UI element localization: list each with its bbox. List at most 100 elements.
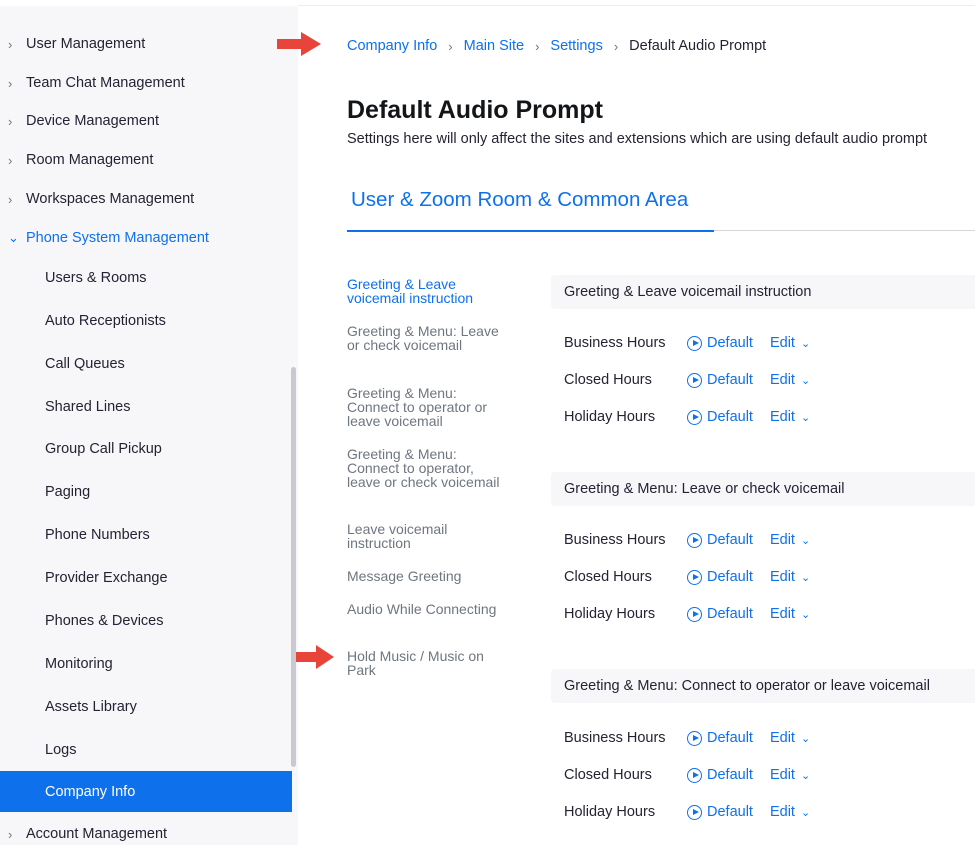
prompt-row: Closed Hours Default Edit ⌄	[564, 368, 810, 392]
edit-dropdown[interactable]: Edit ⌄	[770, 804, 810, 820]
edit-dropdown[interactable]: Edit ⌄	[770, 372, 810, 388]
sidebar-scrollbar[interactable]	[291, 367, 296, 767]
play-circle-icon	[687, 532, 702, 548]
play-default-button[interactable]: Default	[687, 767, 753, 783]
chevron-down-icon: ⌄	[800, 534, 811, 547]
chevron-down-icon: ⌄	[800, 732, 811, 745]
chevron-right-icon: ›	[8, 826, 13, 842]
sidebar: › User Management › Team Chat Management…	[0, 0, 298, 845]
play-circle-icon	[687, 569, 702, 585]
prompt-row-label: Holiday Hours	[564, 606, 656, 622]
sidebar-subitem-call-queues[interactable]: Call Queues	[0, 346, 292, 382]
play-circle-icon	[687, 409, 702, 425]
breadcrumb-main-site[interactable]: Main Site	[464, 38, 524, 54]
sidebar-subitem-auto-receptionists[interactable]: Auto Receptionists	[0, 303, 292, 339]
page-description: Settings here will only affect the sites…	[347, 131, 928, 147]
sidebar-item-room-management[interactable]: › Room Management	[0, 145, 290, 175]
breadcrumb-current: Default Audio Prompt	[629, 38, 767, 54]
prompt-row: Closed Hours Default Edit ⌄	[564, 565, 810, 589]
edit-label: Edit	[769, 409, 795, 425]
edit-dropdown[interactable]: Edit ⌄	[770, 532, 810, 548]
sidebar-item-user-management[interactable]: › User Management	[0, 29, 290, 59]
sidebar-item-label: Workspaces Management	[26, 191, 195, 207]
sidebar-top-border	[0, 0, 298, 6]
play-default-button[interactable]: Default	[687, 409, 753, 425]
sidebar-subitem-phones-devices[interactable]: Phones & Devices	[0, 603, 292, 639]
edit-dropdown[interactable]: Edit ⌄	[770, 730, 810, 746]
sidebar-subitem-shared-lines[interactable]: Shared Lines	[0, 389, 292, 425]
section-link-greeting-leave-voicemail[interactable]: Greeting & Leave voicemail instruction	[347, 277, 507, 305]
prompt-row-label: Business Hours	[564, 532, 666, 548]
header-border	[298, 0, 975, 6]
edit-dropdown[interactable]: Edit ⌄	[770, 606, 810, 622]
prompt-row-label: Holiday Hours	[564, 409, 656, 425]
default-label: Default	[707, 730, 753, 746]
edit-dropdown[interactable]: Edit ⌄	[770, 409, 810, 425]
sidebar-item-label: Room Management	[26, 152, 154, 168]
sidebar-item-label: Phone System Management	[26, 230, 209, 246]
play-default-button[interactable]: Default	[687, 372, 753, 388]
prompt-row: Business Hours Default Edit ⌄	[564, 726, 810, 750]
sidebar-subitem-company-info[interactable]: Company Info	[0, 771, 292, 812]
chevron-right-icon: ›	[613, 38, 619, 54]
section-link-leave-voicemail-instruction[interactable]: Leave voicemail instruction	[347, 522, 507, 550]
section-link-hold-music[interactable]: Hold Music / Music on Park	[347, 649, 507, 677]
sidebar-subitem-assets-library[interactable]: Assets Library	[0, 689, 292, 725]
edit-dropdown[interactable]: Edit ⌄	[770, 767, 810, 783]
play-default-button[interactable]: Default	[687, 335, 753, 351]
chevron-down-icon: ⌄	[800, 806, 811, 819]
play-default-button[interactable]: Default	[687, 804, 753, 820]
sidebar-item-label: Team Chat Management	[26, 75, 185, 91]
play-default-button[interactable]: Default	[687, 730, 753, 746]
section-link-message-greeting[interactable]: Message Greeting	[347, 569, 507, 583]
sidebar-item-device-management[interactable]: › Device Management	[0, 106, 290, 136]
sidebar-subitem-group-call-pickup[interactable]: Group Call Pickup	[0, 431, 292, 467]
default-label: Default	[707, 606, 753, 622]
play-circle-icon	[687, 606, 702, 622]
chevron-right-icon: ›	[8, 75, 13, 91]
sidebar-subitem-paging[interactable]: Paging	[0, 474, 292, 510]
edit-dropdown[interactable]: Edit ⌄	[770, 569, 810, 585]
prompt-row: Business Hours Default Edit ⌄	[564, 331, 810, 355]
edit-dropdown[interactable]: Edit ⌄	[770, 335, 810, 351]
tab-divider	[714, 230, 975, 231]
play-circle-icon	[687, 335, 702, 351]
sidebar-item-phone-system-management[interactable]: ⌄ Phone System Management	[0, 223, 290, 253]
prompt-row: Holiday Hours Default Edit ⌄	[564, 602, 810, 626]
prompt-row: Business Hours Default Edit ⌄	[564, 528, 810, 552]
sidebar-subitem-logs[interactable]: Logs	[0, 732, 292, 768]
default-label: Default	[707, 532, 753, 548]
breadcrumb-settings[interactable]: Settings	[550, 38, 602, 54]
default-label: Default	[707, 409, 753, 425]
sidebar-subitem-provider-exchange[interactable]: Provider Exchange	[0, 560, 292, 596]
edit-label: Edit	[769, 372, 795, 388]
prompt-row-label: Closed Hours	[564, 569, 652, 585]
play-circle-icon	[687, 730, 702, 746]
tab-user-zoom-room-common-area[interactable]: User & Zoom Room & Common Area	[347, 188, 714, 232]
edit-label: Edit	[769, 335, 795, 351]
prompt-row: Holiday Hours Default Edit ⌄	[564, 800, 810, 824]
section-link-audio-while-connecting[interactable]: Audio While Connecting	[347, 602, 507, 616]
chevron-down-icon: ⌄	[800, 769, 811, 782]
sidebar-item-account-management[interactable]: › Account Management	[0, 819, 290, 845]
play-circle-icon	[687, 804, 702, 820]
section-link-menu-leave-check[interactable]: Greeting & Menu: Leave or check voicemai…	[347, 324, 507, 352]
section-link-menu-operator-leave[interactable]: Greeting & Menu: Connect to operator or …	[347, 386, 507, 428]
edit-label: Edit	[769, 569, 795, 585]
section-header: Greeting & Menu: Leave or check voicemai…	[551, 472, 975, 506]
sidebar-subitem-users-rooms[interactable]: Users & Rooms	[0, 260, 292, 296]
chevron-down-icon: ⌄	[800, 374, 811, 387]
sidebar-subitem-monitoring[interactable]: Monitoring	[0, 646, 292, 682]
sidebar-item-label: Account Management	[26, 826, 168, 842]
play-default-button[interactable]: Default	[687, 569, 753, 585]
breadcrumb-company-info[interactable]: Company Info	[347, 38, 437, 54]
play-default-button[interactable]: Default	[687, 532, 753, 548]
section-link-menu-operator-leave-check[interactable]: Greeting & Menu: Connect to operator, le…	[347, 447, 507, 489]
sidebar-item-workspaces-management[interactable]: › Workspaces Management	[0, 184, 290, 214]
chevron-down-icon: ⌄	[800, 608, 811, 621]
chevron-down-icon: ⌄	[800, 411, 811, 424]
sidebar-subitem-phone-numbers[interactable]: Phone Numbers	[0, 517, 292, 553]
play-default-button[interactable]: Default	[687, 606, 753, 622]
prompt-row-label: Closed Hours	[564, 767, 652, 783]
sidebar-item-team-chat-management[interactable]: › Team Chat Management	[0, 68, 290, 98]
